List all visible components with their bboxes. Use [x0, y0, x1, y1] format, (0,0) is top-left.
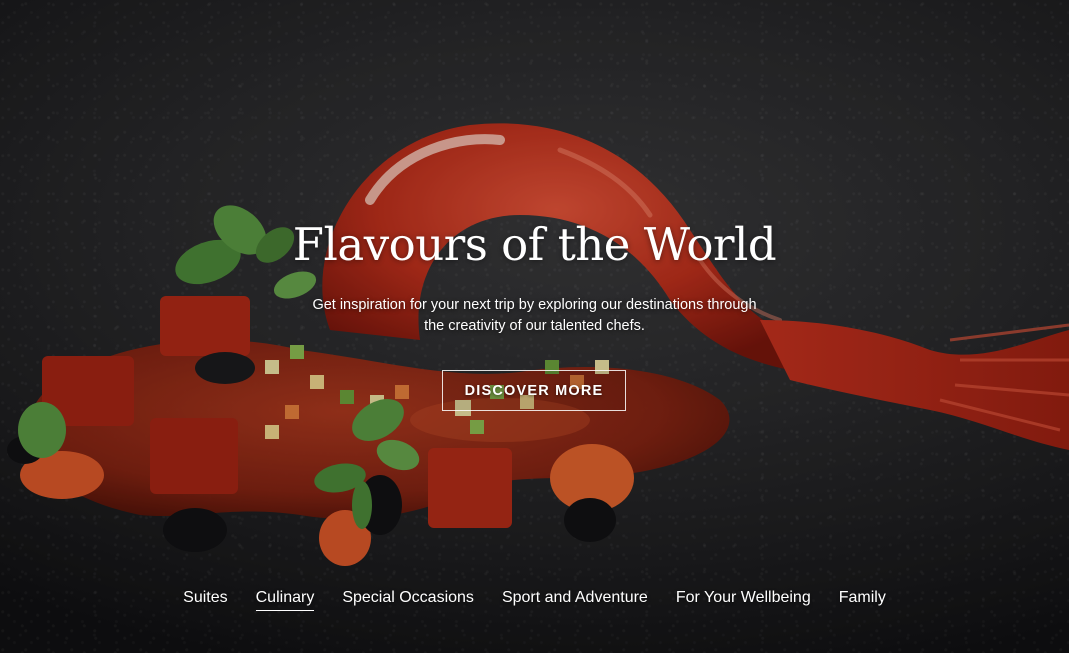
discover-more-button[interactable]: DISCOVER MORE	[442, 370, 626, 411]
nav-item-for-your-wellbeing[interactable]: For Your Wellbeing	[676, 589, 811, 611]
hero-title: Flavours of the World	[292, 218, 777, 271]
hero-section: Flavours of the World Get inspiration fo…	[0, 0, 1069, 653]
nav-item-culinary[interactable]: Culinary	[255, 589, 315, 611]
nav-item-suites[interactable]: Suites	[183, 589, 227, 611]
nav-item-family[interactable]: Family	[839, 589, 886, 611]
category-nav: Suites Culinary Special Occasions Sport …	[0, 589, 1069, 611]
hero-subtitle: Get inspiration for your next trip by ex…	[312, 297, 757, 334]
nav-item-sport-and-adventure[interactable]: Sport and Adventure	[502, 589, 648, 611]
nav-item-special-occasions[interactable]: Special Occasions	[342, 589, 474, 611]
